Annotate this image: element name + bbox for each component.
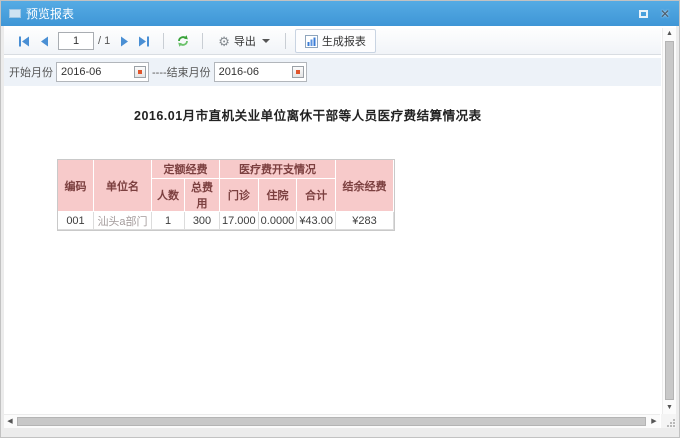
- refresh-button[interactable]: [176, 34, 190, 48]
- horizontal-scrollbar[interactable]: ◀ ▶: [4, 414, 660, 428]
- export-button-label: 导出: [233, 36, 256, 48]
- end-month-label: ----结束月份: [152, 67, 211, 79]
- gear-icon: ⚙: [218, 33, 230, 49]
- close-button[interactable]: ✕: [657, 7, 673, 21]
- column-header-unit: 单位名: [94, 160, 152, 212]
- next-page-icon: [120, 36, 128, 46]
- column-header-total-fee: 总费用: [185, 179, 220, 212]
- generate-report-label: 生成报表: [321, 36, 366, 48]
- column-group-quota: 定额经费: [152, 160, 220, 179]
- scroll-up-icon[interactable]: ▲: [663, 28, 676, 40]
- cell-unit: 汕头a部门: [94, 212, 152, 230]
- content-panel: / 1: [4, 28, 661, 414]
- close-icon: ✕: [659, 6, 671, 21]
- column-header-code: 编码: [58, 160, 94, 212]
- horizontal-scrollbar-thumb[interactable]: [17, 417, 646, 426]
- cell-outpatient: 17.000: [220, 212, 259, 230]
- bar-chart-icon: [304, 34, 318, 48]
- column-header-balance: 结余经费: [335, 160, 394, 212]
- cell-total-fee: 300: [185, 212, 220, 230]
- cell-inpatient: 0.0000: [258, 212, 298, 230]
- previous-page-icon: [40, 36, 48, 46]
- resize-grip[interactable]: [661, 414, 676, 428]
- column-header-sum: 合计: [297, 179, 336, 212]
- cell-people: 1: [152, 212, 185, 230]
- maximize-button[interactable]: [635, 7, 651, 21]
- end-month-field: [213, 62, 307, 82]
- start-month-label: 开始月份: [9, 67, 53, 79]
- toolbar-separator: [163, 33, 165, 49]
- column-header-inpatient: 住院: [258, 179, 298, 212]
- preview-report-window: 预览报表 ✕ 1 / 1 ⚙ 导出 生成报表 开始月份 2016-06 ----…: [0, 0, 680, 438]
- scroll-left-icon[interactable]: ◀: [4, 415, 16, 428]
- month-filter-bar: 开始月份 ----结束月份: [4, 58, 661, 86]
- first-page-button[interactable]: [17, 34, 31, 48]
- report-title: 2016.01月市直机关业单位离休干部等人员医疗费结算情况表: [134, 109, 482, 123]
- last-page-button[interactable]: [137, 34, 151, 48]
- first-page-icon: [19, 36, 29, 46]
- title-bar: 预览报表 ✕: [1, 1, 679, 26]
- start-month-input[interactable]: [61, 66, 134, 78]
- report-toolbar: / 1: [4, 28, 661, 55]
- last-page-icon: [139, 36, 150, 46]
- calendar-icon[interactable]: [291, 66, 304, 78]
- dropdown-caret-icon: [261, 39, 270, 43]
- scroll-right-icon[interactable]: ▶: [648, 415, 660, 428]
- end-month-input[interactable]: [218, 66, 292, 78]
- cell-code: 001: [58, 212, 94, 230]
- resize-grip-icon: [667, 419, 675, 427]
- generate-report-button[interactable]: 生成报表: [294, 29, 376, 53]
- maximize-icon: [638, 9, 648, 18]
- table-header-row-1: 编码 单位名 定额经费 医疗费开支情况 结余经费: [58, 160, 394, 212]
- vertical-scrollbar-thumb[interactable]: [665, 41, 674, 400]
- table-row: 001 汕头a部门 1 300 17.000 0.0000 ¥43.00 ¥28…: [58, 212, 394, 230]
- cell-balance: ¥283: [335, 212, 394, 230]
- window-client-area: / 1: [4, 26, 676, 428]
- page-total-label: / 1: [98, 35, 111, 47]
- start-month-field: [56, 62, 149, 82]
- column-header-people: 人数: [152, 179, 185, 212]
- vertical-scrollbar[interactable]: ▲ ▼: [662, 28, 676, 414]
- toolbar-separator: [202, 33, 204, 49]
- calendar-icon[interactable]: [134, 66, 146, 78]
- page-number-input[interactable]: [58, 32, 94, 50]
- previous-page-button[interactable]: [37, 34, 51, 48]
- refresh-icon: [178, 35, 189, 47]
- scroll-down-icon[interactable]: ▼: [663, 402, 676, 414]
- export-button[interactable]: ⚙ 导出: [212, 30, 276, 52]
- toolbar-separator: [284, 33, 286, 49]
- cell-sum: ¥43.00: [297, 212, 336, 230]
- column-header-outpatient: 门诊: [220, 179, 259, 212]
- next-page-button[interactable]: [117, 34, 131, 48]
- settlement-table: 编码 单位名 定额经费 医疗费开支情况 结余经费 人数 总费用 门诊 住院 合计…: [57, 159, 395, 231]
- window-icon: [9, 9, 21, 18]
- window-title: 预览报表: [26, 7, 75, 21]
- column-group-medical: 医疗费开支情况: [220, 160, 336, 179]
